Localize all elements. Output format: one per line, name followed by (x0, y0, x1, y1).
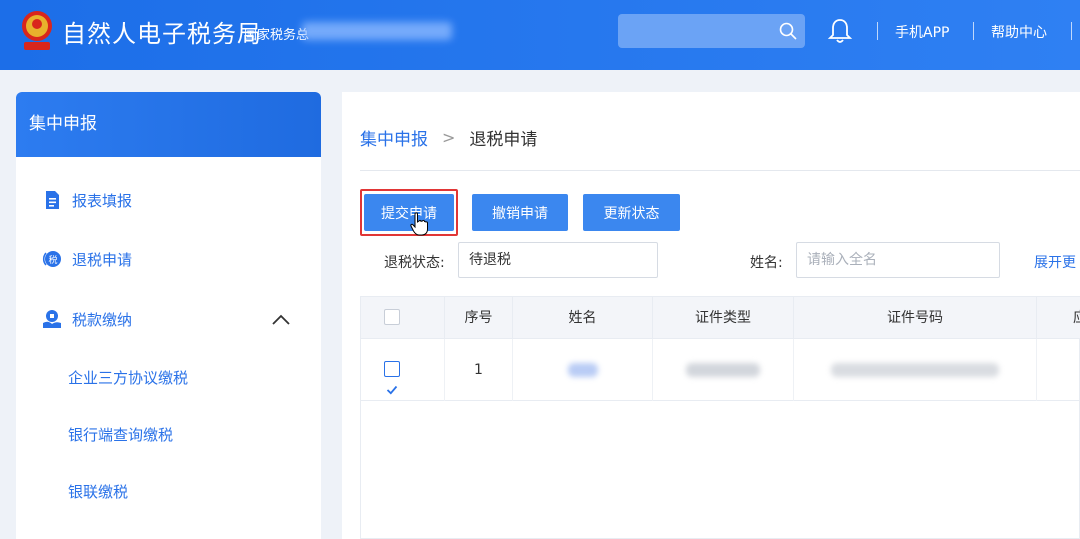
check-icon (386, 385, 398, 395)
help-center-link[interactable]: 帮助中心 (991, 22, 1047, 42)
row-id-type-cell (653, 339, 794, 401)
bell-icon[interactable] (827, 17, 853, 45)
header-separator (1071, 22, 1072, 40)
mobile-app-link[interactable]: 手机APP (895, 22, 949, 42)
breadcrumb-separator: > (442, 128, 456, 147)
revoke-application-button[interactable]: 撤销申请 (472, 194, 568, 231)
document-icon (46, 191, 59, 209)
refund-status-label: 退税状态: (384, 255, 445, 271)
search-input[interactable] (618, 14, 805, 48)
refund-icon: 税 (42, 251, 61, 267)
sidebar: 集中申报 报表填报 税 退税申请 税款缴纳 企业三方协议缴税 银行端查询缴税 银… (16, 92, 321, 539)
column-header-id-number: 证件号码 (794, 297, 1037, 339)
sidebar-subitem-three-party[interactable]: 企业三方协议缴税 (68, 367, 188, 388)
sidebar-title: 集中申报 (16, 92, 321, 157)
divider (360, 170, 1080, 171)
hand-cursor-icon (410, 212, 428, 236)
breadcrumb-current: 退税申请 (469, 130, 538, 150)
column-header-name: 姓名 (513, 297, 653, 339)
site-subtitle: 国家税务总 (244, 28, 310, 43)
search-icon[interactable] (779, 22, 797, 40)
svg-text:税: 税 (48, 254, 57, 266)
data-table: 序号 姓名 证件类型 证件号码 应 1 (360, 296, 1080, 539)
sidebar-item-label: 税款缴纳 (72, 310, 133, 329)
row-checkbox-cell (361, 339, 445, 401)
chevron-up-icon[interactable] (272, 313, 290, 325)
column-header-id-type: 证件类型 (653, 297, 794, 339)
refund-status-select[interactable]: 待退税 (458, 242, 658, 278)
sidebar-item-tax-payment[interactable]: 税款缴纳 (16, 299, 321, 339)
row-id-number-cell (794, 339, 1037, 401)
sidebar-item-report-filing[interactable]: 报表填报 (16, 180, 321, 220)
main-panel: 集中申报 > 退税申请 提交申请 撤销申请 更新状态 退税状态: 待退税 姓名:… (342, 92, 1080, 539)
row-checkbox[interactable] (384, 361, 400, 395)
header-separator (877, 22, 878, 40)
national-emblem-icon (22, 11, 52, 50)
expand-more-link[interactable]: 展开更 (1034, 252, 1076, 272)
blurred-id-number (831, 363, 999, 377)
breadcrumb-parent[interactable]: 集中申报 (360, 125, 428, 150)
name-label: 姓名: (750, 255, 783, 271)
select-all-cell (361, 297, 445, 339)
table-row[interactable]: 1 (361, 339, 1080, 401)
site-title: 自然人电子税务局 (62, 20, 262, 48)
row-index: 1 (445, 339, 513, 401)
blurred-id-type (686, 363, 760, 377)
row-name-cell (513, 339, 653, 401)
sidebar-item-tax-refund[interactable]: 税 退税申请 (16, 239, 321, 279)
sidebar-subitem-bank-query[interactable]: 银行端查询缴税 (68, 424, 173, 445)
update-status-button[interactable]: 更新状态 (583, 194, 680, 231)
breadcrumb: 集中申报 > 退税申请 (360, 125, 537, 150)
sidebar-item-label: 退税申请 (72, 250, 133, 269)
row-amount-cell (1037, 339, 1080, 401)
name-input[interactable]: 请输入全名 (796, 242, 1000, 278)
sidebar-item-label: 报表填报 (72, 191, 133, 210)
column-header-index: 序号 (445, 297, 513, 339)
blurred-subtitle (302, 22, 452, 40)
column-header-amount: 应 (1037, 297, 1080, 339)
table-header: 序号 姓名 证件类型 证件号码 应 (361, 297, 1080, 339)
blurred-name (567, 363, 598, 377)
highlight-box (360, 189, 458, 236)
header-separator (973, 22, 974, 40)
top-header: 自然人电子税务局 国家税务总 手机APP 帮助中心 (0, 0, 1080, 70)
select-all-checkbox[interactable] (384, 309, 400, 325)
sidebar-subitem-unionpay[interactable]: 银联缴税 (68, 481, 128, 502)
payment-icon (43, 310, 61, 328)
